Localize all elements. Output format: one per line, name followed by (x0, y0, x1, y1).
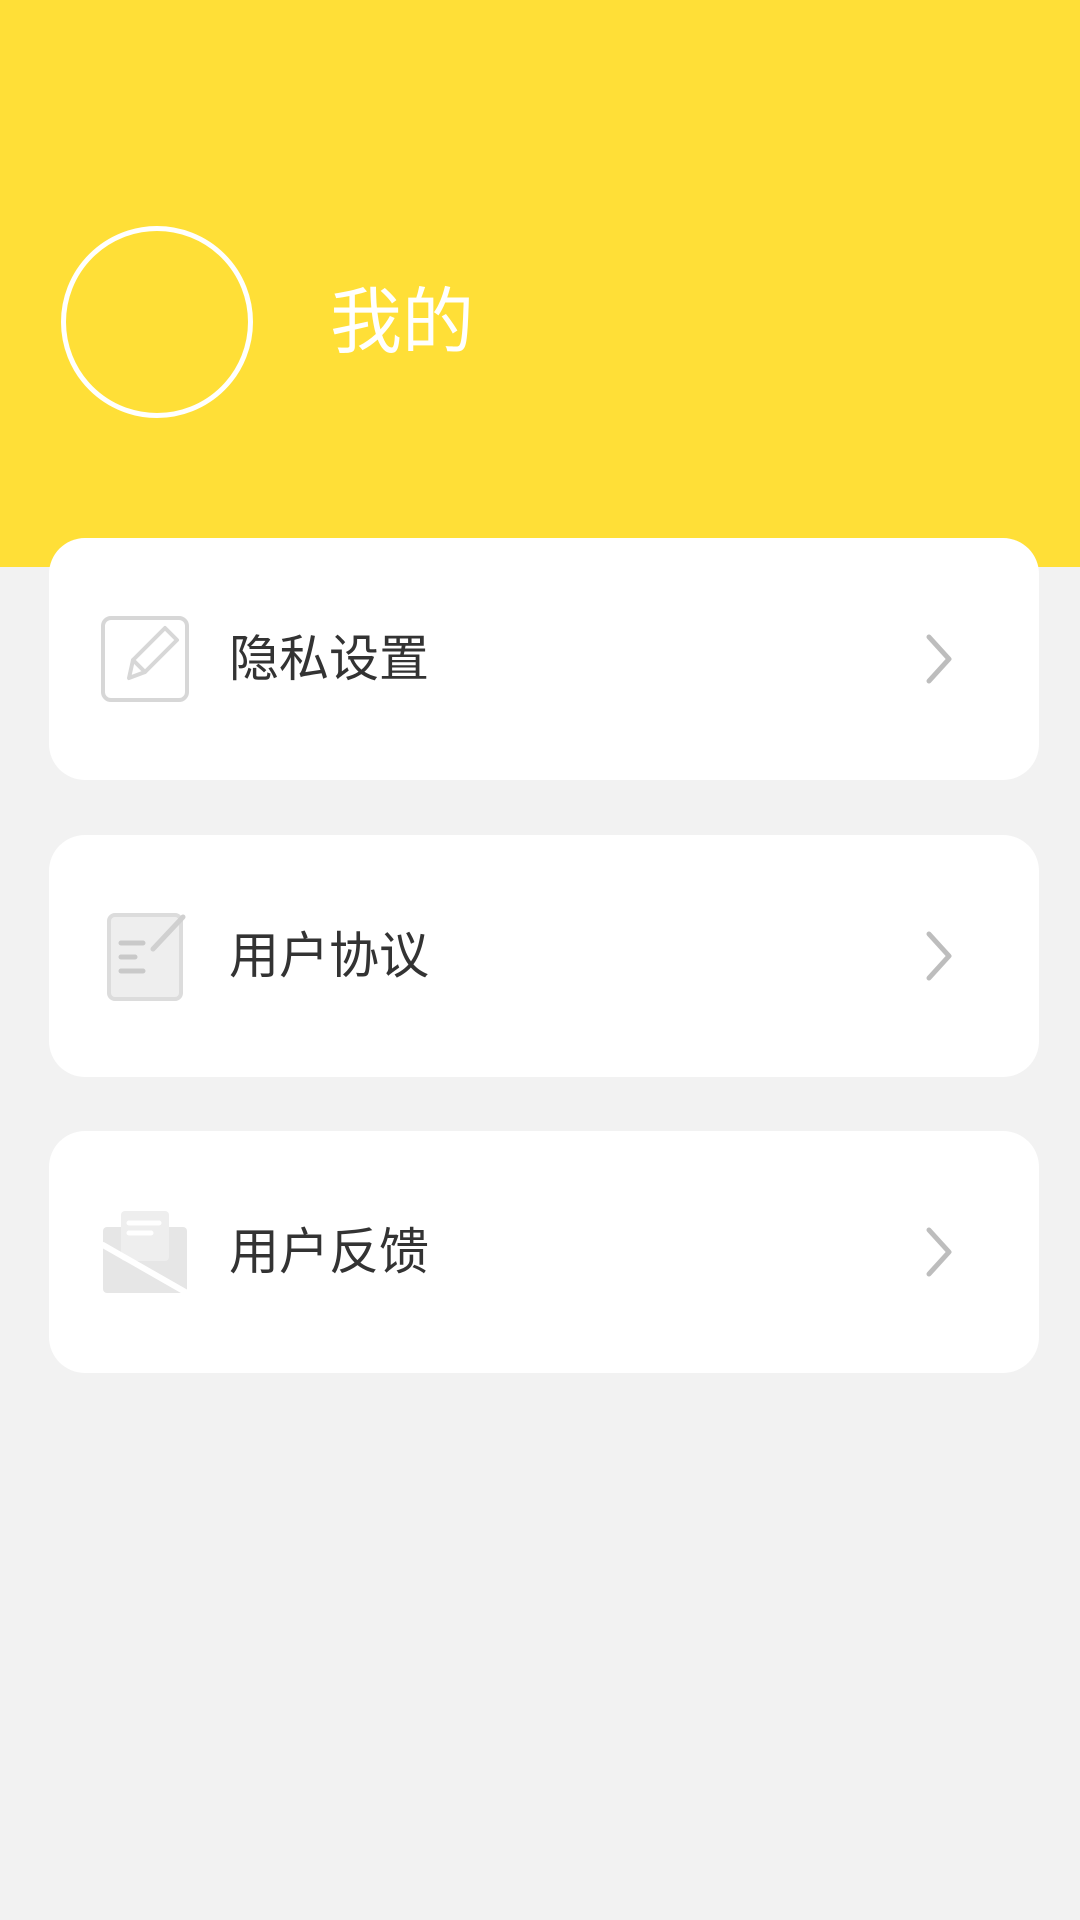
page-title: 我的 (330, 280, 475, 364)
menu-item-user-feedback[interactable]: 用户反馈 (49, 1131, 1039, 1373)
menu-item-user-agreement[interactable]: 用户协议 (49, 835, 1039, 1077)
chevron-right-icon (919, 926, 959, 986)
menu-item-label: 隐私设置 (229, 630, 429, 688)
avatar[interactable] (61, 226, 253, 418)
document-icon (99, 909, 191, 1001)
profile-header: 我的 (0, 0, 1080, 567)
chevron-right-icon (919, 1222, 959, 1282)
chevron-right-icon (919, 629, 959, 689)
menu-item-privacy-settings[interactable]: 隐私设置 (49, 538, 1039, 780)
edit-icon (99, 612, 191, 704)
menu-item-label: 用户反馈 (229, 1223, 429, 1281)
mail-icon (99, 1205, 191, 1297)
menu-item-label: 用户协议 (229, 927, 429, 985)
